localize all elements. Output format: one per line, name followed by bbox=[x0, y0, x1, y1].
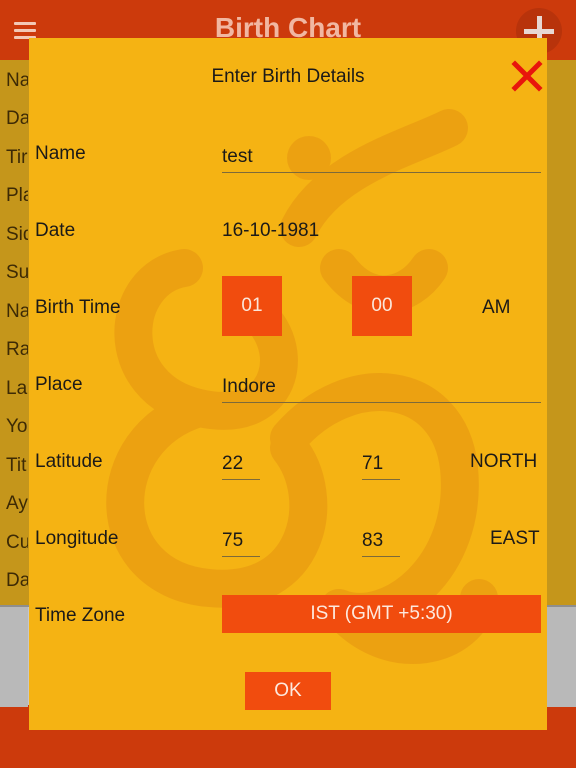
birth-time-label: Birth Time bbox=[35, 297, 121, 318]
list-item: Da bbox=[6, 108, 28, 129]
hour-picker[interactable]: 01 bbox=[222, 276, 282, 336]
date-label: Date bbox=[35, 220, 76, 241]
list-item: Na bbox=[6, 70, 28, 91]
time-zone-button[interactable]: IST (GMT +5:30) bbox=[222, 595, 541, 633]
list-item: Tit bbox=[6, 455, 27, 476]
dialog-title: Enter Birth Details bbox=[211, 66, 365, 87]
panel-edge-right bbox=[547, 607, 576, 707]
list-item: Ay bbox=[6, 493, 28, 514]
latitude-label: Latitude bbox=[35, 451, 103, 472]
place-input[interactable] bbox=[222, 371, 541, 403]
latitude-minutes-input[interactable] bbox=[362, 448, 400, 480]
longitude-direction[interactable]: EAST bbox=[490, 528, 540, 550]
longitude-label: Longitude bbox=[35, 528, 119, 549]
list-item: Da bbox=[6, 570, 28, 591]
latitude-direction[interactable]: NORTH bbox=[470, 451, 537, 473]
list-item: Yo bbox=[6, 416, 28, 437]
latitude-degrees-input[interactable] bbox=[222, 448, 260, 480]
list-item: Tir bbox=[6, 147, 28, 168]
ok-button[interactable]: OK bbox=[245, 672, 331, 710]
date-value[interactable]: 16-10-1981 bbox=[222, 220, 319, 242]
longitude-minutes-input[interactable] bbox=[362, 525, 400, 557]
list-item: Cu bbox=[6, 532, 28, 553]
place-label: Place bbox=[35, 374, 83, 395]
name-label: Name bbox=[35, 143, 86, 164]
time-zone-label: Time Zone bbox=[35, 605, 126, 626]
list-item: Pla bbox=[6, 185, 28, 206]
list-item: Sid bbox=[6, 224, 28, 245]
panel-edge-left bbox=[0, 607, 28, 707]
close-icon[interactable] bbox=[511, 60, 543, 92]
ampm-toggle[interactable]: AM bbox=[482, 297, 511, 319]
list-item: Ra bbox=[6, 339, 28, 360]
list-item: La bbox=[6, 378, 28, 399]
birth-details-dialog: Enter Birth Details Name Date 16-10-1981… bbox=[29, 38, 547, 730]
list-item: Su bbox=[6, 262, 28, 283]
minute-picker[interactable]: 00 bbox=[352, 276, 412, 336]
list-item: Na bbox=[6, 301, 28, 322]
longitude-degrees-input[interactable] bbox=[222, 525, 260, 557]
name-input[interactable] bbox=[222, 141, 541, 173]
